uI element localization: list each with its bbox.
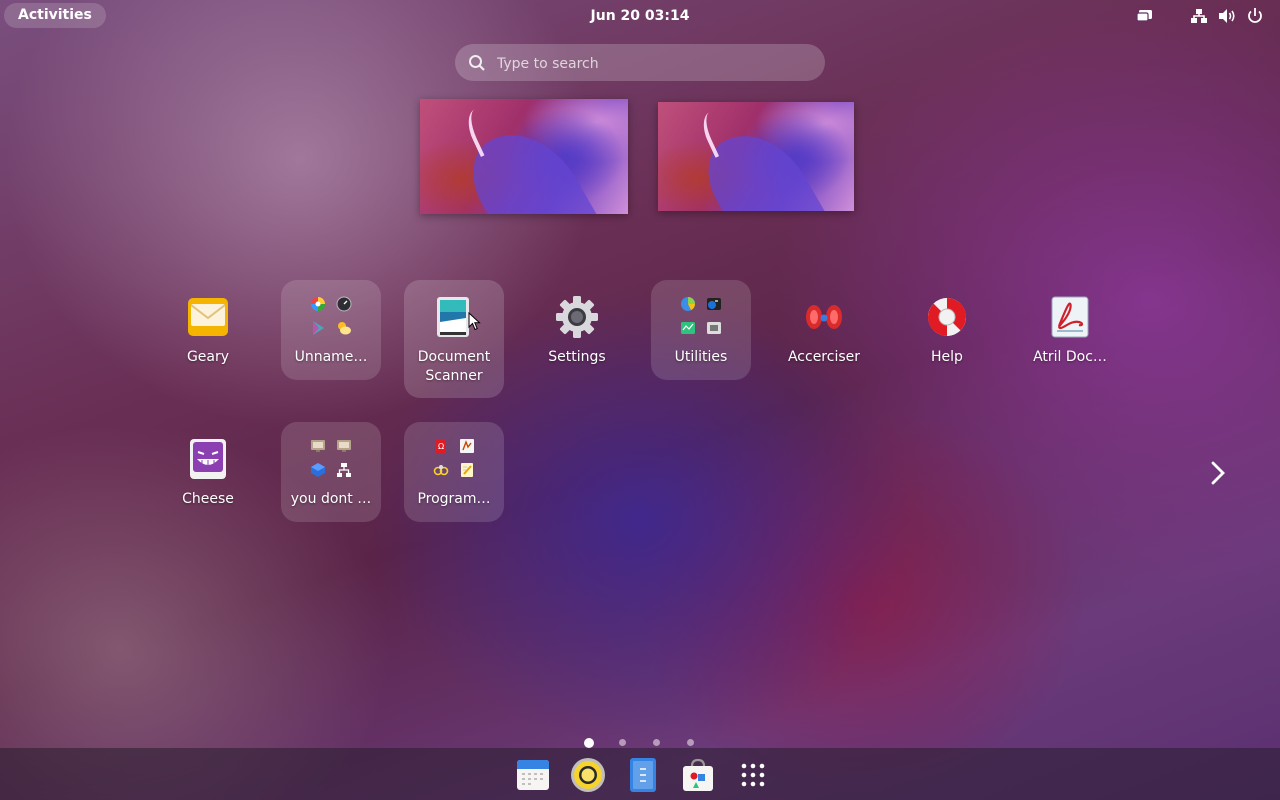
dumbbell-icon: [806, 305, 842, 329]
app-atril-document-viewer[interactable]: Atril Doc…: [1020, 280, 1120, 380]
app-geary[interactable]: Geary: [158, 280, 258, 380]
top-bar: Activities Jun 20 03:14: [0, 0, 1280, 32]
terminal-icon: [707, 298, 721, 310]
disk-usage-icon: [681, 297, 695, 311]
glade-icon: [460, 439, 474, 453]
play-store-icon: [313, 321, 324, 335]
app-label: you dont …: [290, 491, 372, 507]
workspace-thumbnail-2[interactable]: [658, 102, 854, 211]
app-help[interactable]: Help: [897, 280, 997, 380]
power-icon[interactable]: [1246, 6, 1264, 26]
app-label: Settings: [548, 349, 606, 365]
display-icon: [311, 440, 325, 452]
app-document-scanner[interactable]: Document Scanner: [404, 280, 504, 398]
rhythmbox-icon[interactable]: [570, 757, 606, 793]
cheese-icon: [190, 439, 226, 479]
bug-icon: [433, 465, 449, 476]
app-label: Geary: [186, 349, 230, 365]
lifebuoy-icon: [928, 298, 966, 336]
app-settings[interactable]: Settings: [527, 280, 627, 380]
app-label: Document Scanner: [417, 349, 491, 384]
volume-icon[interactable]: [1217, 6, 1237, 26]
chevron-right-icon[interactable]: [1206, 460, 1230, 486]
app-label: Accerciser: [787, 349, 861, 365]
search-input[interactable]: [495, 44, 809, 83]
gear-icon: [556, 296, 598, 338]
page-dot-4[interactable]: [687, 739, 694, 746]
text-editor-icon: [461, 463, 473, 477]
app-label: Utilities: [674, 349, 728, 365]
screenshot-icon: [707, 322, 721, 334]
clock: Jun 20 03:14: [0, 0, 1280, 32]
app-label: Cheese: [182, 491, 234, 507]
app-cheese[interactable]: Cheese: [158, 422, 258, 522]
network-icon: [337, 463, 351, 477]
page-dot-1[interactable]: [584, 738, 594, 748]
clock-icon: [336, 296, 352, 312]
weather-icon: [338, 322, 351, 335]
screen-share-icon[interactable]: [1136, 6, 1154, 26]
cube-icon: [311, 463, 325, 477]
page-dot-2[interactable]: [619, 739, 626, 746]
activities-button[interactable]: Activities: [4, 3, 106, 28]
app-label: Program…: [417, 491, 491, 507]
app-folder-you-dont[interactable]: you dont …: [281, 422, 381, 522]
search-bar[interactable]: [455, 44, 825, 83]
pdf-icon: [1051, 296, 1089, 338]
mail-icon: [188, 298, 228, 336]
app-label: Help: [931, 349, 963, 365]
clock-label[interactable]: Jun 20 03:14: [591, 8, 690, 24]
app-label: Unname…: [294, 349, 368, 365]
network-icon[interactable]: [1190, 6, 1208, 26]
font-viewer-icon: Ω: [436, 439, 446, 453]
system-monitor-icon: [681, 322, 695, 334]
page-dot-3[interactable]: [653, 739, 660, 746]
search-icon: [469, 55, 485, 71]
text-editor-icon[interactable]: [625, 757, 661, 793]
app-folder-programming[interactable]: Ω Program…: [404, 422, 504, 522]
display-icon: [337, 440, 351, 452]
software-center-icon[interactable]: [680, 757, 716, 793]
mouse-cursor-icon: [468, 312, 481, 331]
app-accerciser[interactable]: Accerciser: [774, 280, 874, 380]
color-wheel-icon: [311, 297, 325, 311]
show-apps-icon[interactable]: [735, 757, 771, 793]
app-label: Atril Doc…: [1033, 349, 1107, 365]
svg-text:Ω: Ω: [438, 442, 444, 451]
app-folder-unnamed[interactable]: Unname…: [281, 280, 381, 380]
app-folder-utilities[interactable]: Utilities: [651, 280, 751, 380]
calendar-icon[interactable]: [515, 757, 551, 793]
workspace-thumbnail-1[interactable]: [420, 99, 628, 214]
